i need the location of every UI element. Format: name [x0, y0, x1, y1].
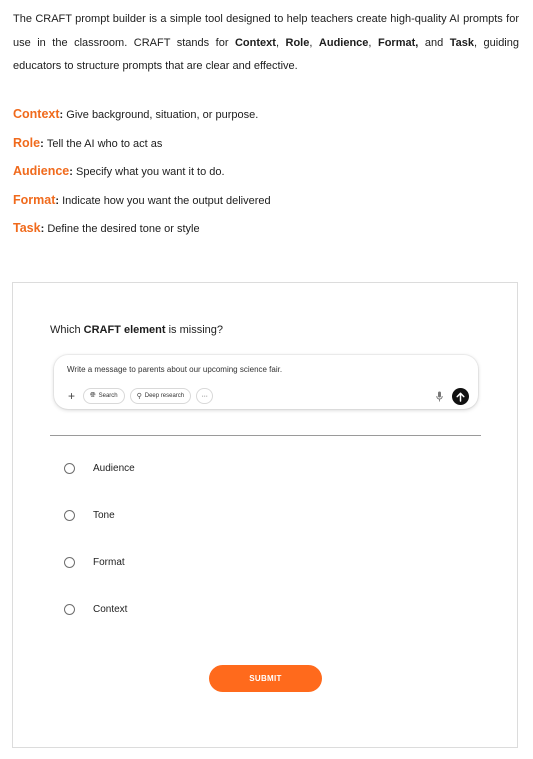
intro-term-role: Role — [285, 36, 310, 49]
intro-sep: , — [309, 36, 319, 49]
legend-term: Context — [13, 107, 60, 121]
globe-icon: 🌐︎ — [90, 392, 96, 399]
intro-term-task: Task — [449, 36, 474, 49]
deep-research-chip: ⚲ Deep research — [129, 388, 192, 404]
question-text: Which — [50, 324, 84, 336]
legend-desc: Specify what you want it to do. — [76, 166, 225, 179]
radio-button[interactable] — [64, 509, 75, 521]
intro-sep: and — [418, 36, 450, 49]
legend-term: Task — [13, 221, 41, 236]
divider — [50, 435, 481, 436]
legend-item-audience: Audience: Specify what you want it to do… — [13, 160, 519, 189]
option-label: Tone — [93, 509, 115, 521]
legend-desc: Define the desired tone or style — [47, 223, 200, 236]
deep-research-chip-label: Deep research — [144, 393, 185, 399]
legend-desc: Indicate how you want the output deliver… — [62, 194, 271, 207]
option-format[interactable]: Format — [64, 554, 125, 570]
ellipsis-icon: ⋯ — [196, 388, 214, 404]
legend-desc: Give background, situation, or purpose. — [66, 109, 259, 121]
radio-button[interactable] — [64, 556, 75, 568]
radio-button[interactable] — [64, 603, 75, 615]
option-context[interactable]: Context — [64, 601, 127, 617]
quiz-question: Which CRAFT element is missing? — [50, 324, 223, 336]
option-label: Format — [93, 556, 125, 568]
quiz-card: Which CRAFT element is missing? Write a … — [12, 282, 518, 748]
legend-item-task: Task: Define the desired tone or style — [13, 217, 519, 246]
option-label: Context — [93, 603, 128, 615]
intro-sep: , — [275, 36, 286, 49]
search-chip-label: Search — [98, 393, 118, 399]
legend-item-context: Context: Give background, situation, or … — [13, 103, 519, 132]
craft-legend: Context: Give background, situation, or … — [13, 103, 519, 246]
radio-button[interactable] — [64, 462, 75, 474]
plus-icon: + — [67, 389, 75, 403]
legend-colon: : — [40, 137, 47, 150]
option-tone[interactable]: Tone — [64, 507, 115, 523]
microphone-icon — [433, 389, 445, 403]
intro-paragraph: The CRAFT prompt builder is a simple too… — [13, 8, 519, 79]
option-label: Audience — [93, 462, 135, 474]
search-chip: 🌐︎ Search — [83, 388, 125, 404]
legend-term: Format — [13, 192, 56, 207]
telescope-icon: ⚲ — [136, 393, 142, 400]
legend-item-format: Format: Indicate how you want the output… — [13, 189, 519, 218]
intro-term-context: Context — [234, 36, 276, 49]
prompt-toolbar: + 🌐︎ Search ⚲ Deep research ⋯ — [64, 387, 218, 405]
arrow-up-icon — [452, 388, 469, 405]
intro-term-audience: Audience — [318, 36, 369, 49]
question-emphasis: CRAFT element — [83, 324, 166, 336]
legend-colon: : — [69, 166, 76, 179]
chat-prompt-image: Write a message to parents about our upc… — [54, 355, 478, 409]
legend-term: Role — [13, 135, 41, 150]
question-text-end: is missing? — [165, 324, 223, 336]
submit-button[interactable]: SUBMIT — [209, 665, 322, 692]
legend-desc: Tell the AI who to act as — [46, 137, 163, 150]
prompt-text: Write a message to parents about our upc… — [67, 365, 283, 374]
intro-term-format: Format, — [377, 36, 419, 49]
option-audience[interactable]: Audience — [64, 460, 135, 476]
intro-sep: , — [368, 36, 378, 49]
legend-item-role: Role: Tell the AI who to act as — [13, 132, 519, 161]
legend-term: Audience — [13, 164, 70, 179]
